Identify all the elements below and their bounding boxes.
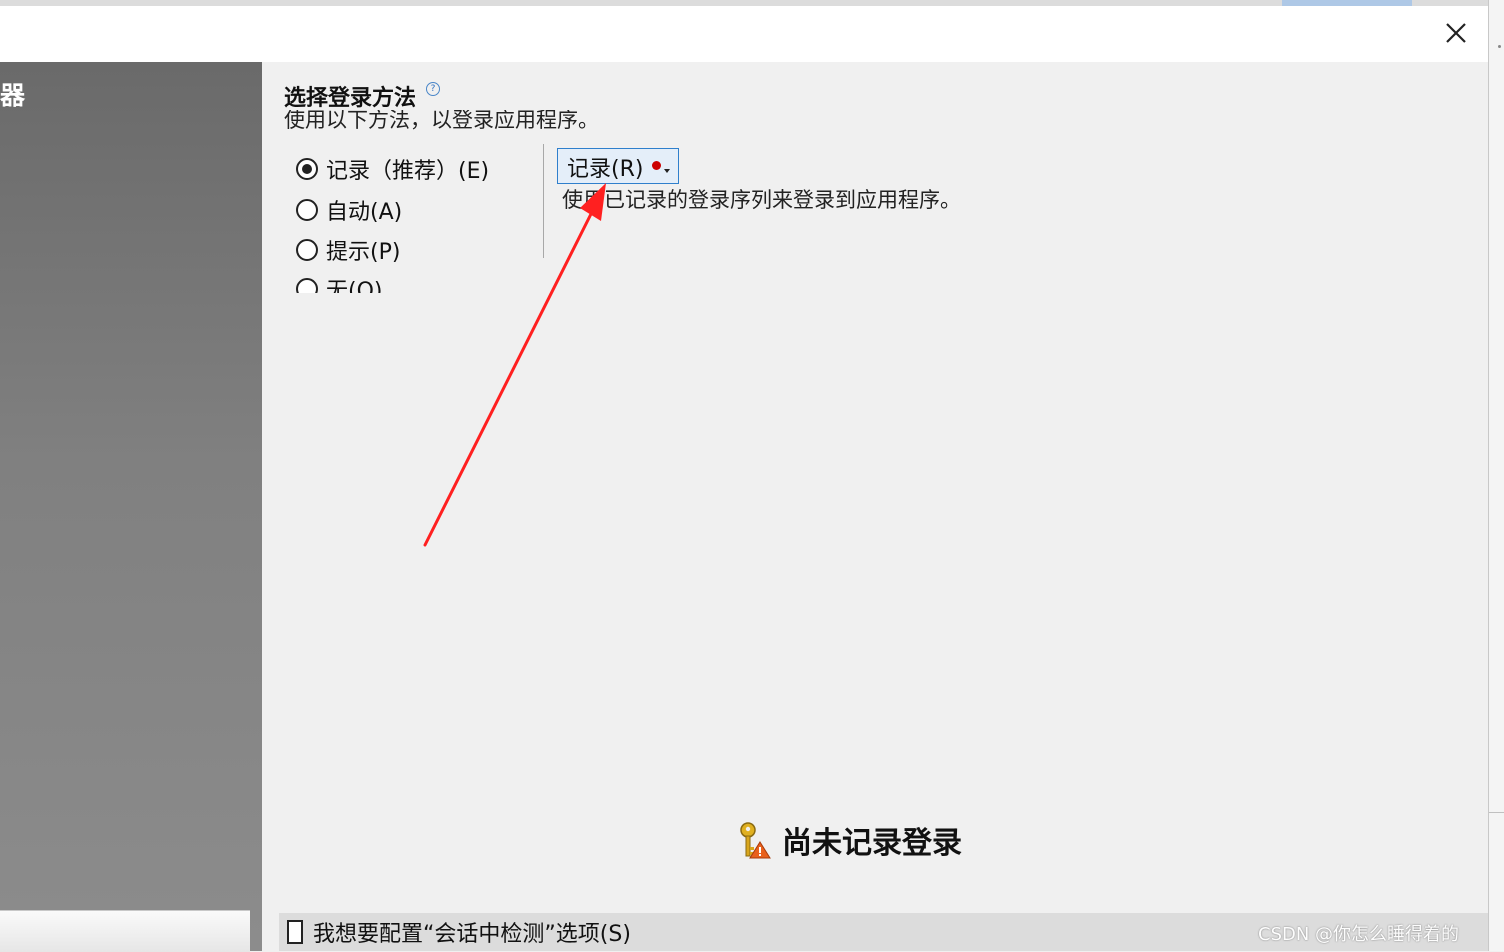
- background-window-edge: [1488, 0, 1504, 951]
- radio-label: 提示(P): [326, 240, 401, 265]
- help-icon[interactable]: ?: [426, 82, 441, 96]
- session-detection-checkbox[interactable]: [287, 920, 303, 944]
- login-status: 尚未记录登录: [736, 818, 962, 862]
- radio-none[interactable]: 无(O): [296, 274, 382, 293]
- dropdown-caret-icon[interactable]: [664, 169, 670, 173]
- sidebar-bottom-panel: [0, 910, 250, 952]
- radio-button-selected[interactable]: [296, 158, 318, 180]
- sidebar-title: 器: [0, 81, 27, 110]
- edge-separator: [1489, 812, 1504, 813]
- radio-button[interactable]: [296, 199, 318, 221]
- close-icon: [1446, 23, 1466, 43]
- page-description: 使用以下方法，以登录应用程序。: [284, 110, 599, 132]
- edge-dot: [1498, 45, 1501, 48]
- page-title: 选择登录方法: [284, 86, 417, 111]
- radio-label: 记录（推荐）(E): [326, 159, 490, 184]
- radio-label: 自动(A): [326, 200, 403, 225]
- wizard-content: 选择登录方法 ? 使用以下方法，以登录应用程序。 记录（推荐）(E) 自动(A)…: [262, 62, 1488, 951]
- vertical-divider: [543, 144, 544, 258]
- description-clip: 使用以下方法，以登录应用程序。: [284, 110, 599, 132]
- radio-auto[interactable]: 自动(A): [296, 195, 402, 225]
- radio-button[interactable]: [296, 239, 318, 261]
- record-dot-icon: [652, 161, 661, 170]
- watermark: CSDN @你怎么睡得着的: [1258, 924, 1460, 945]
- login-method-radio-group: 记录（推荐）(E) 自动(A) 提示(P) 无(O): [296, 148, 530, 293]
- close-button[interactable]: [1436, 14, 1476, 54]
- status-text: 尚未记录登录: [782, 826, 962, 861]
- radio-record[interactable]: 记录（推荐）(E): [296, 154, 489, 184]
- dialog-titlebar: [0, 6, 1488, 62]
- wizard-sidebar: 器: [0, 62, 262, 952]
- session-detection-label[interactable]: 我想要配置“会话中检测”选项(S): [313, 916, 631, 948]
- radio-label: 无(O): [326, 279, 383, 293]
- record-description: 使用已记录的登录序列来登录到应用程序。: [562, 188, 961, 212]
- radio-button[interactable]: [296, 278, 318, 293]
- record-button-label: 记录(R): [567, 157, 644, 182]
- record-button[interactable]: 记录(R): [557, 148, 679, 184]
- key-warning-icon: [740, 822, 771, 859]
- radio-prompt[interactable]: 提示(P): [296, 235, 400, 265]
- heading-row: 选择登录方法 ?: [284, 80, 441, 112]
